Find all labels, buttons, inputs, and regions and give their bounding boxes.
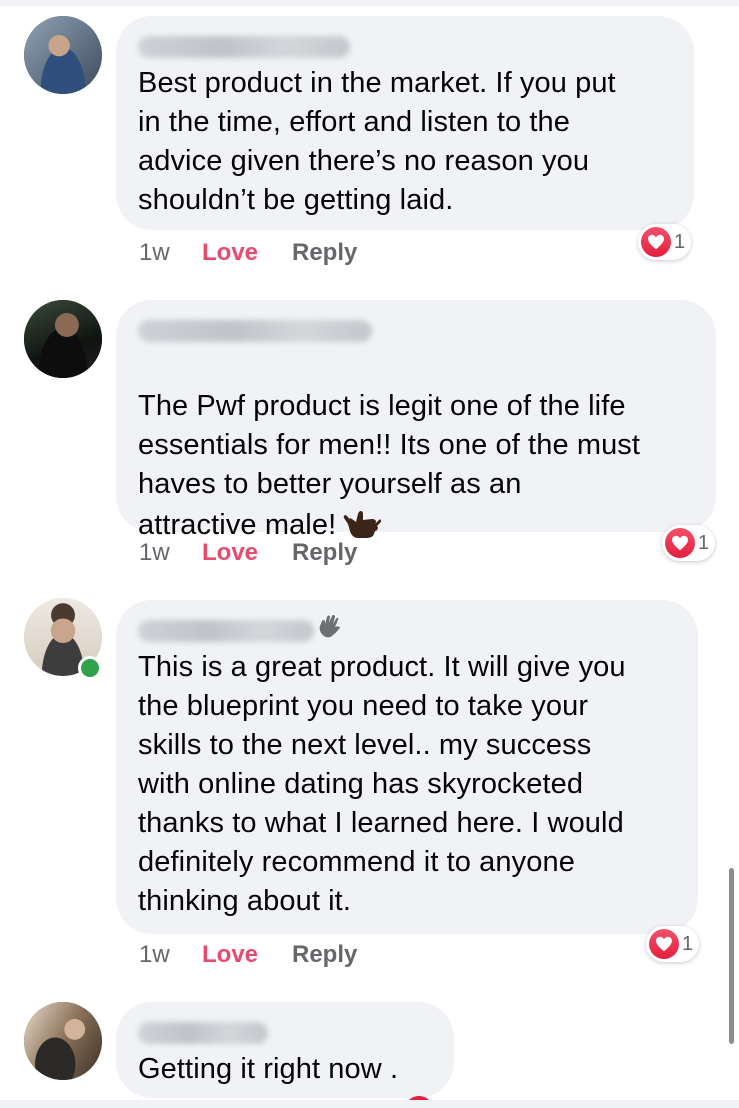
reply-button[interactable]: Reply — [292, 941, 357, 969]
comment-actions: 1w Love Reply — [139, 538, 357, 568]
comment-bubble: Getting it right now . — [116, 1002, 454, 1098]
reaction-badge[interactable]: 1 — [646, 926, 700, 962]
avatar[interactable] — [24, 1002, 102, 1080]
heart-icon — [665, 528, 695, 558]
comment-bubble: This is a great product. It will give yo… — [116, 600, 698, 934]
reaction-badge[interactable]: 1 — [662, 525, 716, 561]
avatar-photo — [24, 300, 102, 378]
comment-actions: 1w Love Reply — [139, 940, 357, 970]
love-button[interactable]: Love — [202, 539, 292, 567]
comment-text-body: The Pwf product is legit one of the life… — [138, 390, 641, 541]
reaction-count: 1 — [698, 531, 710, 554]
reaction-count: 1 — [674, 230, 686, 253]
timestamp[interactable]: 1w — [139, 239, 202, 267]
waving-hand-icon — [316, 612, 344, 645]
top-edge — [0, 0, 739, 6]
comment-bubble: Best product in the market. If you put i… — [116, 16, 694, 230]
comment-bubble: The Pwf product is legit one of the life… — [116, 300, 716, 541]
reply-button[interactable]: Reply — [292, 539, 357, 567]
reaction-count: 1 — [682, 932, 694, 955]
comment-text: The Pwf product is legit one of the life… — [138, 348, 640, 551]
reply-button[interactable]: Reply — [292, 239, 357, 267]
bottom-edge — [0, 1100, 739, 1108]
timestamp[interactable]: 1w — [139, 941, 202, 969]
heart-icon — [649, 929, 679, 959]
timestamp[interactable]: 1w — [139, 539, 202, 567]
reaction-badge[interactable]: 1 — [638, 224, 692, 260]
love-button[interactable]: Love — [202, 239, 292, 267]
author-name-redacted[interactable] — [138, 620, 314, 642]
avatar-photo — [24, 16, 102, 94]
online-status-dot — [78, 656, 102, 680]
avatar[interactable] — [24, 16, 102, 94]
avatar-photo — [24, 1002, 102, 1080]
comment-text: This is a great product. It will give yo… — [138, 651, 626, 917]
comment-text: Getting it right now . — [138, 1053, 399, 1085]
love-button[interactable]: Love — [202, 941, 292, 969]
author-name-redacted[interactable] — [138, 320, 372, 342]
heart-icon — [641, 227, 671, 257]
comment-actions: 1w Love Reply — [139, 238, 357, 268]
avatar[interactable] — [24, 300, 102, 378]
author-name-redacted[interactable] — [138, 1022, 268, 1044]
author-name-redacted[interactable] — [138, 36, 350, 58]
comment-text: Best product in the market. If you put i… — [138, 67, 616, 216]
scrollbar[interactable] — [729, 868, 734, 1044]
